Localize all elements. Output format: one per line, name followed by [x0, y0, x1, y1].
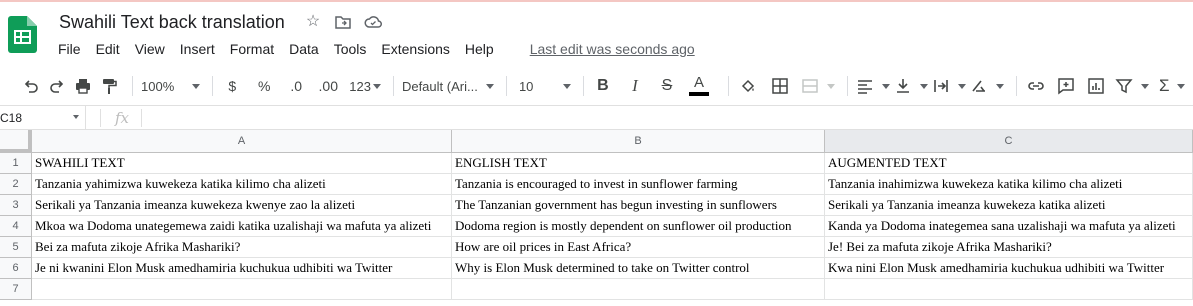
font-select[interactable]: Default (Ari...: [402, 74, 494, 98]
paint-format-icon[interactable]: [98, 74, 120, 98]
vertical-align-icon[interactable]: [894, 74, 928, 98]
table-cell[interactable]: SWAHILI TEXT: [32, 153, 452, 174]
star-icon[interactable]: ☆: [304, 13, 322, 31]
column-header-b[interactable]: B: [452, 130, 825, 153]
toolbar-divider: [727, 76, 729, 96]
table-cell[interactable]: Kwa nini Elon Musk amedhamiria kuchukua …: [825, 258, 1193, 279]
table-cell[interactable]: Je ni kwanini Elon Musk amedhamiria kuch…: [32, 258, 452, 279]
text-color-icon[interactable]: A: [688, 74, 710, 98]
table-cell[interactable]: Tanzania is encouraged to invest in sunf…: [452, 174, 825, 195]
table-cell[interactable]: [825, 279, 1193, 300]
table-cell[interactable]: [32, 279, 452, 300]
row-header[interactable]: 1: [0, 153, 32, 174]
cloud-status-icon[interactable]: [364, 13, 382, 31]
document-title[interactable]: Swahili Text back translation: [59, 12, 285, 33]
text-rotation-icon[interactable]: [970, 74, 1004, 98]
font-size-value: 10: [518, 78, 534, 94]
name-box[interactable]: C18: [0, 106, 86, 129]
zoom-select[interactable]: 100%: [141, 74, 201, 98]
table-cell[interactable]: ENGLISH TEXT: [452, 153, 825, 174]
row-header[interactable]: 3: [0, 195, 32, 216]
row-header[interactable]: 7: [0, 279, 32, 300]
menu-tools[interactable]: Tools: [334, 41, 367, 57]
column-header-a[interactable]: A: [32, 130, 452, 153]
decrease-decimal-button[interactable]: .0: [285, 74, 307, 98]
table-cell[interactable]: Tanzania yahimizwa kuwekeza katika kilim…: [32, 174, 452, 195]
percent-format-button[interactable]: %: [253, 74, 275, 98]
table-cell[interactable]: Tanzania inahimizwa kuwekeza katika kili…: [825, 174, 1193, 195]
menu-file[interactable]: File: [58, 41, 81, 57]
toolbar: 100% $ % .0 .00 123 Default (Ari... 10 B…: [0, 68, 1193, 104]
table-cell[interactable]: AUGMENTED TEXT: [825, 153, 1193, 174]
toolbar-divider: [1015, 76, 1017, 96]
increase-decimal-label: .00: [318, 78, 338, 94]
fill-color-icon[interactable]: [737, 74, 759, 98]
borders-icon[interactable]: [769, 74, 791, 98]
print-icon[interactable]: [72, 74, 94, 98]
italic-icon[interactable]: I: [624, 74, 646, 98]
menu-data[interactable]: Data: [289, 41, 319, 57]
toolbar-divider: [212, 76, 214, 96]
table-cell[interactable]: How are oil prices in East Africa?: [452, 237, 825, 258]
name-box-value: C18: [0, 110, 23, 125]
select-all-corner[interactable]: [0, 130, 32, 153]
font-value: Default (Ari...: [401, 78, 478, 94]
toolbar-divider: [582, 76, 584, 96]
table-cell[interactable]: The Tanzanian government has begun inves…: [452, 195, 825, 216]
toolbar-divider: [132, 76, 133, 96]
row-header[interactable]: 6: [0, 258, 32, 279]
functions-icon[interactable]: Σ: [1159, 74, 1186, 98]
table-cell[interactable]: Serikali ya Tanzania imeanza kuwekeza kw…: [32, 195, 452, 216]
table-cell[interactable]: Mkoa wa Dodoma unategemewa zaidi katika …: [32, 216, 452, 237]
table-cell[interactable]: Serikali ya Tanzania imeanza kuwekeza ka…: [825, 195, 1193, 216]
row-header[interactable]: 4: [0, 216, 32, 237]
menu-extensions[interactable]: Extensions: [381, 41, 449, 57]
formula-input[interactable]: [142, 106, 1193, 129]
toolbar-divider: [505, 76, 507, 96]
column-header-c[interactable]: C: [825, 130, 1193, 153]
table-cell[interactable]: Dodoma region is mostly dependent on sun…: [452, 216, 825, 237]
bold-icon[interactable]: B: [592, 74, 614, 98]
row-header[interactable]: 5: [0, 237, 32, 258]
more-formats-select[interactable]: 123: [349, 74, 381, 98]
toolbar-divider: [392, 76, 394, 96]
merge-cells-icon: [801, 74, 835, 98]
menu-bar: File Edit View Insert Format Data Tools …: [58, 41, 695, 57]
insert-comment-icon[interactable]: [1055, 74, 1077, 98]
horizontal-align-icon[interactable]: [856, 74, 890, 98]
redo-icon[interactable]: [46, 74, 68, 98]
strikethrough-icon[interactable]: S: [656, 74, 678, 98]
menu-view[interactable]: View: [135, 41, 165, 57]
formula-bar: C18 fx: [0, 105, 1193, 130]
menu-insert[interactable]: Insert: [180, 41, 215, 57]
text-wrapping-icon[interactable]: [932, 74, 966, 98]
insert-link-icon[interactable]: [1025, 74, 1047, 98]
zoom-value: 100%: [141, 78, 175, 94]
decrease-decimal-label: .0: [290, 78, 303, 94]
move-folder-icon[interactable]: [334, 13, 352, 31]
filter-icon[interactable]: [1115, 74, 1149, 98]
menu-edit[interactable]: Edit: [96, 41, 120, 57]
table-cell[interactable]: Kanda ya Dodoma inategemea sana uzalisha…: [825, 216, 1193, 237]
sheets-logo-icon[interactable]: [8, 16, 37, 53]
top-accent-line: [0, 0, 1193, 2]
table-cell[interactable]: Je! Bei za mafuta zikoje Afrika Masharik…: [825, 237, 1193, 258]
insert-chart-icon[interactable]: [1085, 74, 1107, 98]
menu-help[interactable]: Help: [465, 41, 494, 57]
toolbar-divider: [846, 76, 848, 96]
table-cell[interactable]: Bei za mafuta zikoje Afrika Mashariki?: [32, 237, 452, 258]
table-cell[interactable]: Why is Elon Musk determined to take on T…: [452, 258, 825, 279]
more-formats-label: 123: [349, 78, 371, 94]
table-cell[interactable]: [452, 279, 825, 300]
formula-divider: [100, 108, 101, 127]
font-size-select[interactable]: 10: [515, 74, 571, 98]
last-edit-link[interactable]: Last edit was seconds ago: [530, 41, 695, 57]
currency-format-button[interactable]: $: [221, 74, 243, 98]
menu-format[interactable]: Format: [230, 41, 274, 57]
fx-icon: fx: [115, 108, 130, 127]
increase-decimal-button[interactable]: .00: [317, 74, 339, 98]
row-header[interactable]: 2: [0, 174, 32, 195]
undo-icon[interactable]: [20, 74, 42, 98]
